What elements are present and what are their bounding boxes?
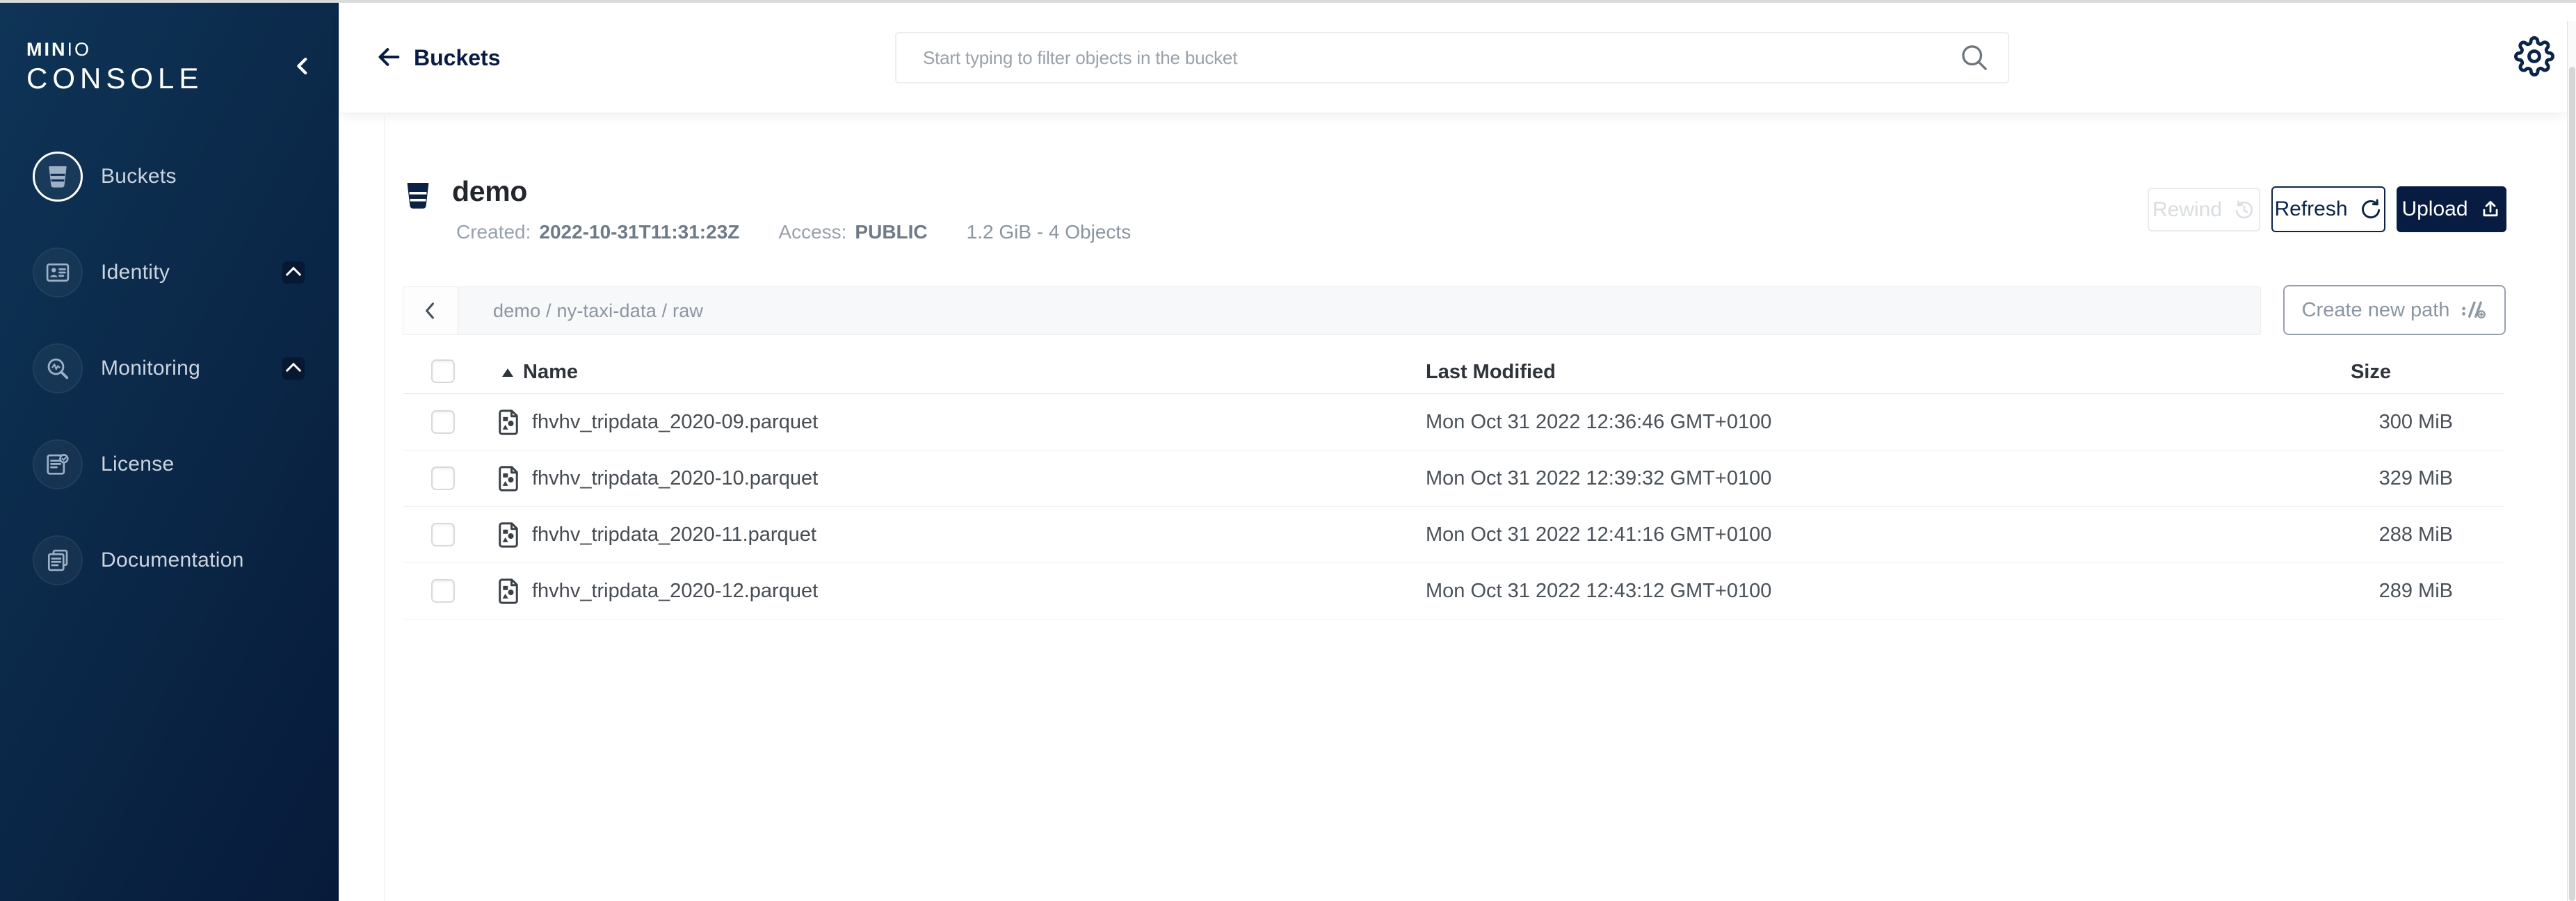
license-icon: [33, 439, 83, 489]
created-value: 2022-10-31T11:31:23Z: [539, 221, 739, 243]
arrow-left-icon: [375, 43, 403, 71]
object-size: 329 MiB: [2379, 450, 2453, 506]
upload-button[interactable]: Upload: [2397, 186, 2506, 232]
object-size: 300 MiB: [2379, 394, 2453, 450]
table-row[interactable]: fhvhv_tripdata_2020-11.parquet Mon Oct 3…: [403, 507, 2504, 563]
object-last-modified: Mon Oct 31 2022 12:36:46 GMT+0100: [1426, 394, 1771, 450]
breadcrumb-path[interactable]: demo / ny-taxi-data / raw: [458, 287, 703, 334]
sidebar-item-documentation[interactable]: Documentation: [0, 535, 339, 585]
back-button[interactable]: [375, 43, 404, 72]
minio-logo: MINIO CONSOLE: [26, 40, 203, 93]
object-size: 289 MiB: [2379, 563, 2453, 619]
search-input[interactable]: [896, 47, 1959, 69]
sidebar-item-identity[interactable]: Identity: [0, 247, 339, 298]
sort-ascending-icon: [502, 368, 513, 377]
create-path-icon: [2461, 297, 2487, 323]
bucket-name-title: demo: [452, 175, 527, 208]
row-checkbox[interactable]: [431, 579, 455, 603]
sidebar-item-monitoring[interactable]: Monitoring: [0, 343, 339, 393]
access-label: Access:: [778, 221, 846, 243]
table-row[interactable]: fhvhv_tripdata_2020-09.parquet Mon Oct 3…: [403, 394, 2504, 450]
monitoring-collapse-toggle[interactable]: [282, 357, 305, 380]
sidebar-item-license[interactable]: License: [0, 439, 339, 489]
object-name: fhvhv_tripdata_2020-09.parquet: [532, 394, 818, 450]
content-panel-edge: [384, 113, 385, 901]
object-name: fhvhv_tripdata_2020-11.parquet: [532, 507, 816, 562]
row-checkbox[interactable]: [431, 523, 455, 546]
bucket-icon: [33, 152, 83, 202]
chevron-left-icon: [419, 300, 442, 322]
chevron-up-icon: [286, 267, 302, 283]
vertical-scrollbar[interactable]: [2567, 21, 2576, 901]
sidebar-item-label: Monitoring: [101, 357, 200, 380]
upload-label: Upload: [2401, 197, 2468, 221]
logo-product: CONSOLE: [26, 64, 203, 93]
topbar-back-label[interactable]: Buckets: [414, 45, 501, 71]
identity-icon: [33, 247, 83, 298]
search-icon: [1959, 42, 1990, 73]
bucket-icon: [402, 178, 434, 213]
create-new-path-button[interactable]: Create new path: [2283, 285, 2506, 335]
table-row[interactable]: fhvhv_tripdata_2020-10.parquet Mon Oct 3…: [403, 450, 2504, 507]
row-checkbox[interactable]: [431, 466, 455, 490]
topbar: Buckets: [339, 3, 2567, 113]
created-label: Created:: [456, 221, 531, 243]
column-header-size: Size: [2316, 361, 2391, 384]
object-size: 288 MiB: [2379, 507, 2453, 562]
rewind-label: Rewind: [2152, 198, 2222, 222]
documentation-icon: [33, 535, 83, 585]
sidebar-item-label: Documentation: [101, 549, 244, 572]
object-file-icon: [494, 463, 523, 494]
select-all-checkbox[interactable]: [431, 359, 455, 383]
object-name: fhvhv_tripdata_2020-10.parquet: [532, 450, 818, 506]
sidebar: MINIO CONSOLE Buckets: [0, 3, 339, 901]
bucket-meta: Created: 2022-10-31T11:31:23Z Access: PU…: [456, 221, 1131, 243]
upload-icon: [2479, 198, 2502, 220]
object-file-icon: [494, 407, 523, 438]
row-checkbox[interactable]: [431, 410, 455, 434]
identity-collapse-toggle[interactable]: [282, 261, 305, 284]
object-last-modified: Mon Oct 31 2022 12:43:12 GMT+0100: [1426, 563, 1771, 619]
object-file-icon: [494, 576, 523, 607]
gear-icon: [2514, 36, 2554, 76]
logo-wordmark: MINIO: [26, 40, 203, 59]
minio-console-app: MINIO CONSOLE Buckets: [0, 0, 2576, 901]
column-header-name[interactable]: Name: [502, 361, 578, 384]
monitoring-icon: [33, 343, 83, 393]
name-header-label: Name: [523, 361, 578, 384]
logo-light: IO: [67, 39, 92, 60]
usage-summary: 1.2 GiB - 4 Objects: [967, 221, 1132, 243]
scrollbar-thumb[interactable]: [2569, 67, 2575, 901]
object-last-modified: Mon Oct 31 2022 12:39:32 GMT+0100: [1426, 450, 1771, 506]
object-filter-searchbox: [895, 32, 2009, 83]
create-path-label: Create new path: [2302, 299, 2450, 322]
table-row[interactable]: fhvhv_tripdata_2020-12.parquet Mon Oct 3…: [403, 563, 2504, 619]
object-file-icon: [494, 519, 523, 551]
settings-button[interactable]: [2514, 36, 2554, 76]
chevron-up-icon: [286, 363, 302, 379]
refresh-button[interactable]: Refresh: [2271, 186, 2385, 232]
column-header-last-modified: Last Modified: [1426, 361, 1556, 384]
chevron-left-icon: [291, 54, 314, 78]
rewind-button[interactable]: Rewind: [2148, 188, 2260, 232]
refresh-label: Refresh: [2274, 197, 2347, 221]
access-value: PUBLIC: [855, 221, 927, 243]
sidebar-collapse-button[interactable]: [287, 50, 319, 82]
sidebar-item-label: Identity: [101, 261, 170, 284]
sidebar-item-buckets[interactable]: Buckets: [0, 152, 339, 202]
object-last-modified: Mon Oct 31 2022 12:41:16 GMT+0100: [1426, 507, 1771, 562]
sidebar-item-label: License: [101, 453, 175, 476]
breadcrumb-back-button[interactable]: [403, 287, 458, 334]
logo-bold: MIN: [26, 39, 67, 60]
rewind-icon: [2233, 199, 2255, 221]
breadcrumb-bar: demo / ny-taxi-data / raw: [403, 286, 2261, 335]
refresh-icon: [2359, 197, 2383, 221]
object-name: fhvhv_tripdata_2020-12.parquet: [532, 563, 818, 619]
sidebar-item-label: Buckets: [101, 165, 177, 188]
